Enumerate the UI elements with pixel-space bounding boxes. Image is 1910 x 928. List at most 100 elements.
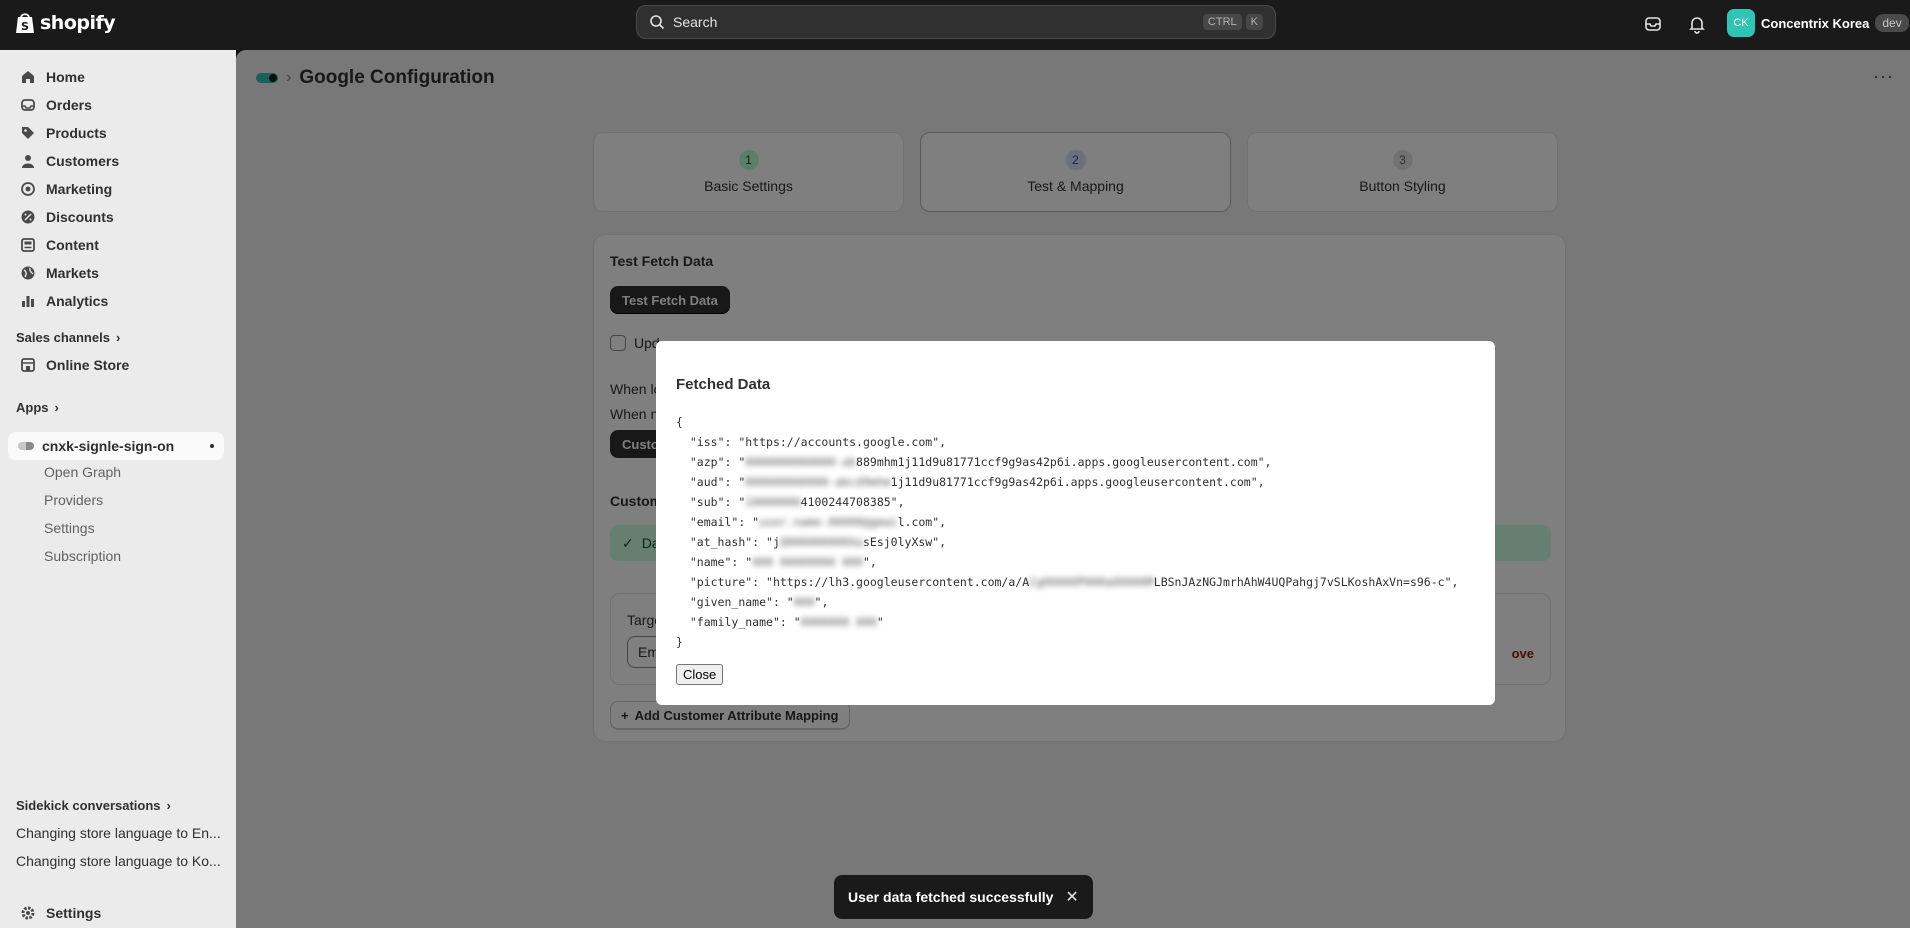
app-toggle-icon (18, 442, 34, 450)
bar-chart-icon (22, 296, 34, 307)
json-key: aud (696, 475, 718, 489)
json-value: j (772, 535, 780, 549)
json-value: l.com (897, 515, 933, 529)
sidebar-item-marketing[interactable]: Marketing (8, 176, 228, 202)
sales-channels-header[interactable]: Sales channels › (16, 330, 120, 345)
json-key: given_name (696, 595, 767, 609)
top-bar: S shopify Search CTRL K CK Concentrix Ko… (0, 0, 1910, 50)
chevron-right-icon: › (115, 330, 121, 345)
store-avatar: CK (1727, 9, 1755, 37)
sidekick-label: Sidekick conversations (16, 798, 161, 813)
sidebar-item-customers[interactable]: Customers (8, 148, 228, 174)
sidebar-item-content[interactable]: Content (8, 232, 228, 258)
redacted-value: 0000000 000 (800, 615, 877, 629)
store-switcher[interactable]: CK Concentrix Korea dev (1727, 9, 1909, 37)
sidebar-item-label: Products (46, 125, 107, 141)
json-line-aud: "aud": "000000000000-abcd9mhm1j11d9u8177… (676, 475, 1265, 489)
sidebar-subitem-open-graph[interactable]: Open Graph (44, 464, 121, 480)
toast-message: User data fetched successfully (848, 889, 1054, 905)
json-value: sEsj0lyXsw (862, 535, 933, 549)
json-value: 4100244708385 (800, 495, 891, 509)
svg-text:S: S (21, 20, 29, 33)
sidekick-header[interactable]: Sidekick conversations › (16, 798, 171, 813)
toast-notification: User data fetched successfully ✕ (834, 875, 1093, 919)
sidebar-item-markets[interactable]: Markets (8, 260, 228, 286)
json-line-family-name: "family_name": "0000000 000" (676, 615, 884, 629)
sidebar-item-home[interactable]: Home (8, 64, 228, 90)
sidebar-item-products[interactable]: Products (8, 120, 228, 146)
redacted-value: 000 00000000 000 (752, 555, 863, 569)
person-icon (22, 155, 34, 168)
json-key: iss (696, 435, 718, 449)
fetched-data-modal: Fetched Data { "iss": "https://accounts.… (656, 341, 1495, 705)
redacted-value: 000 (793, 595, 815, 609)
sidebar-item-orders[interactable]: Orders (8, 92, 228, 118)
sidebar-item-active-app[interactable]: cnxk-signle-sign-on (8, 432, 224, 460)
redacted-value: 000000000000-abcd9mhm (745, 475, 891, 489)
inbox-icon (21, 99, 35, 111)
json-line-given-name: "given_name": "000", (676, 595, 829, 609)
tag-icon (22, 127, 34, 139)
json-line-iss: "iss": "https://accounts.google.com", (676, 435, 947, 449)
close-icon[interactable]: ✕ (1065, 887, 1078, 907)
json-line-picture: "picture": "https://lh3.googleuserconten… (676, 575, 1459, 589)
json-value: https://lh3.googleusercontent.com/a/A (772, 575, 1030, 589)
search-bar[interactable]: Search CTRL K (636, 5, 1276, 39)
apps-label: Apps (16, 400, 49, 415)
json-key: at_hash (696, 535, 746, 549)
sidebar-subitem-settings[interactable]: Settings (44, 520, 95, 536)
json-value: 1j11d9u81771ccf9g9as42p6i.apps.googleuse… (890, 475, 1251, 489)
redacted-value: Q000000000Xa (779, 535, 863, 549)
target-icon (21, 182, 35, 196)
json-key: name (696, 555, 725, 569)
globe-icon (21, 266, 35, 280)
json-key: sub (696, 495, 718, 509)
sidebar-item-label: Content (46, 237, 99, 253)
json-line-sub: "sub": "100000004100244708385", (676, 495, 905, 509)
json-key: azp (696, 455, 718, 469)
close-button[interactable]: Close (676, 664, 724, 685)
json-line-at-hash: "at_hash": "jQ000000000XasEsj0lyXsw", (676, 535, 946, 549)
json-line-name: "name": "000 00000000 000", (676, 555, 877, 569)
sidebar-item-discounts[interactable]: Discounts (8, 204, 228, 230)
redacted-value: 10000000 (745, 495, 801, 509)
bell-icon[interactable] (1686, 13, 1708, 35)
shopify-bag-icon: S (16, 13, 34, 33)
dev-badge: dev (1875, 14, 1909, 32)
search-icon (650, 15, 665, 30)
sidebar-subitem-subscription[interactable]: Subscription (44, 548, 121, 564)
inbox-tray-icon[interactable] (1642, 13, 1664, 35)
json-line-azp: "azp": "0000000000000-ab889mhm1j11d9u817… (676, 455, 1272, 469)
json-value: 889mhm1j11d9u81771ccf9g9as42p6i.apps.goo… (856, 455, 1258, 469)
brand-wordmark: shopify (40, 12, 116, 34)
json-close-brace: } (676, 635, 683, 649)
store-name: Concentrix Korea (1761, 15, 1870, 31)
json-output: { "iss": "https://accounts.google.com", … (676, 412, 1458, 652)
shopify-logo[interactable]: S shopify (14, 11, 116, 35)
json-line-email: "email": "user.name.00000@gmail.com", (676, 515, 946, 529)
sidebar-item-label: Settings (46, 905, 102, 921)
redacted-value: CgOOOOOP000aOOOOOM (1029, 575, 1154, 589)
sidebar-item-online-store[interactable]: Online Store (8, 352, 228, 378)
sidebar-item-settings[interactable]: Settings (8, 900, 228, 926)
sidekick-conversation[interactable]: Changing store language to En... (16, 825, 222, 841)
apps-header[interactable]: Apps › (16, 400, 59, 415)
sidebar-item-label: Markets (46, 265, 99, 281)
redacted-value: user.name.00000@gmai (759, 515, 898, 529)
search-shortcut: CTRL K (1202, 14, 1263, 30)
json-key: email (696, 515, 732, 529)
sidebar-item-analytics[interactable]: Analytics (8, 288, 228, 314)
sidebar-subitem-providers[interactable]: Providers (44, 492, 103, 508)
sidebar-item-label: Home (46, 69, 85, 85)
discount-icon (21, 210, 35, 224)
store-icon (21, 358, 35, 372)
json-key: family_name (696, 615, 773, 629)
chevron-right-icon: › (166, 798, 171, 813)
content-icon (21, 238, 35, 252)
sidekick-conversation[interactable]: Changing store language to Ko... (16, 853, 222, 869)
sidebar: Home Orders Products Customers Marketing… (0, 50, 236, 928)
chevron-right-icon: › (54, 400, 59, 415)
sidebar-item-label: Marketing (46, 181, 113, 197)
json-key: picture (696, 575, 746, 589)
pin-dot-icon[interactable] (210, 444, 214, 448)
